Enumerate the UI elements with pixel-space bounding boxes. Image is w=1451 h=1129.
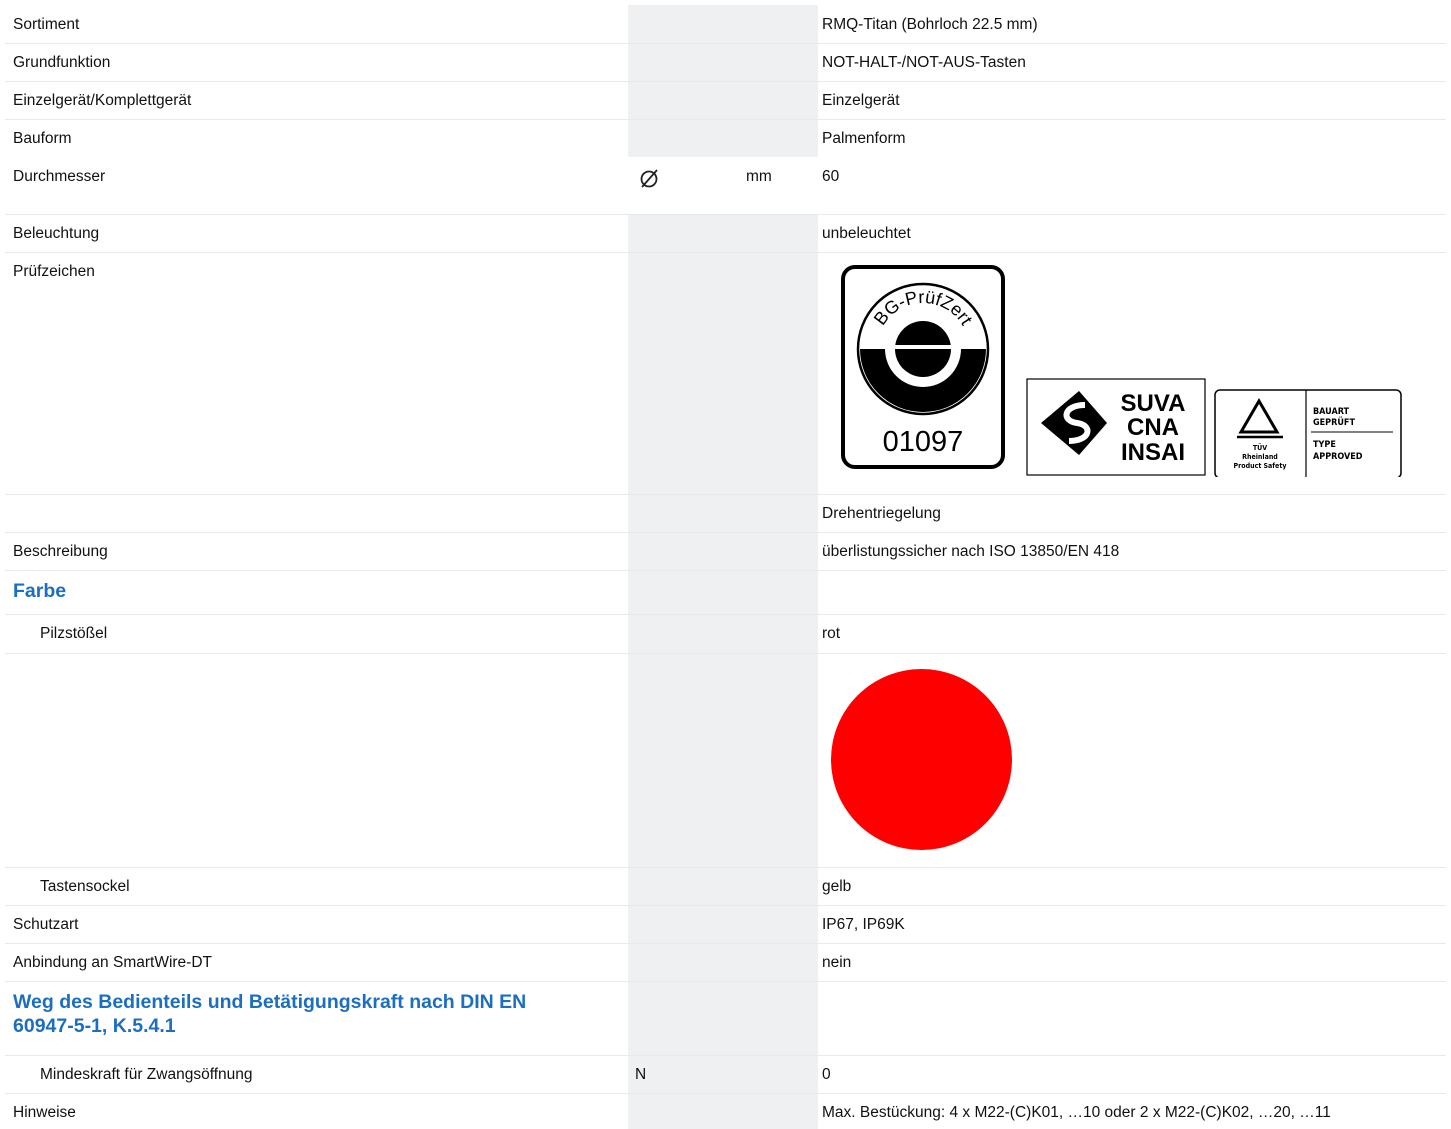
spec-label: Grundfunktion bbox=[13, 54, 111, 71]
suva-line-2: CNA bbox=[1127, 414, 1179, 441]
product-spec-sheet: Sortiment RMQ-Titan (Bohrloch 22.5 mm) G… bbox=[0, 0, 1451, 1129]
spec-label: Mindeskraft für Zwangsöffnung bbox=[40, 1066, 253, 1083]
tuv-right-1: BAUART bbox=[1313, 407, 1350, 417]
spec-label: Durchmesser bbox=[13, 168, 106, 185]
certification-marks: BG-PrüfZert 01097 SUVA CNA INSAI TÜV Rhe… bbox=[841, 265, 1402, 477]
spec-label: Bauform bbox=[13, 130, 72, 147]
spec-unit: N bbox=[635, 1066, 647, 1083]
section-weg-betaetigungskraft: Weg des Bedienteils und Betätigungskraft… bbox=[5, 981, 1446, 1056]
spec-value: NOT-HALT-/NOT-AUS-Tasten bbox=[822, 54, 1026, 71]
spec-label: Sortiment bbox=[13, 16, 80, 33]
spec-label: Tastensockel bbox=[40, 878, 130, 895]
spec-value: RMQ-Titan (Bohrloch 22.5 mm) bbox=[822, 16, 1038, 33]
spec-label: Einzelgerät/Komplettgerät bbox=[13, 92, 192, 109]
spec-unit: mm bbox=[746, 168, 772, 185]
spec-label: Schutzart bbox=[13, 916, 79, 933]
bg-pruefzert-logo: BG-PrüfZert 01097 bbox=[841, 265, 1005, 469]
spec-row-pruefzeichen: Prüfzeichen BG-PrüfZert 01097 SUVA CNA I… bbox=[5, 252, 1446, 495]
spec-row-tastensockel: Tastensockel gelb bbox=[5, 867, 1446, 906]
spec-label: Prüfzeichen bbox=[13, 263, 95, 280]
spec-value: gelb bbox=[822, 878, 852, 895]
spec-value: IP67, IP69K bbox=[822, 916, 905, 933]
tuv-brand-1: TÜV bbox=[1253, 443, 1267, 452]
color-swatch-red bbox=[831, 669, 1012, 850]
spec-row-pilzstoessel: Pilzstößel rot bbox=[5, 614, 1446, 654]
spec-value: Palmenform bbox=[822, 130, 906, 147]
tuv-brand-3: Product Safety bbox=[1234, 462, 1287, 470]
section-heading: Farbe bbox=[13, 580, 67, 602]
spec-row-hinweise: Hinweise Max. Bestückung: 4 x M22-(C)K01… bbox=[5, 1093, 1446, 1129]
spec-value: Drehentriegelung bbox=[822, 505, 941, 522]
spec-row-beschreibung: Beschreibung überlistungssicher nach ISO… bbox=[5, 532, 1446, 571]
spec-value: überlistungssicher nach ISO 13850/EN 418 bbox=[822, 543, 1120, 560]
tuv-right-2: GEPRÜFT bbox=[1313, 417, 1355, 428]
spec-value: 60 bbox=[822, 168, 840, 185]
suva-line-3: INSAI bbox=[1121, 439, 1185, 466]
spec-label: Beschreibung bbox=[13, 543, 108, 560]
suva-logo: SUVA CNA INSAI bbox=[1026, 378, 1206, 476]
spec-value: rot bbox=[822, 625, 841, 642]
section-heading: Weg des Bedienteils und Betätigungskraft… bbox=[13, 991, 527, 1037]
spec-row-smartwire: Anbindung an SmartWire-DT nein bbox=[5, 943, 1446, 982]
spec-row-color-swatch bbox=[5, 653, 1446, 868]
spec-label: Hinweise bbox=[13, 1104, 76, 1121]
bg-number: 01097 bbox=[883, 426, 964, 458]
spec-value: 0 bbox=[822, 1066, 831, 1083]
tuv-right-4: APPROVED bbox=[1313, 452, 1363, 462]
spec-row-entriegelung: Drehentriegelung bbox=[5, 494, 1446, 533]
tuv-right-3: TYPE bbox=[1313, 440, 1336, 450]
section-farbe: Farbe bbox=[5, 570, 1446, 615]
spec-row-durchmesser: Durchmesser mm 60 bbox=[5, 157, 1446, 215]
spec-row-schutzart: Schutzart IP67, IP69K bbox=[5, 905, 1446, 944]
spec-value: Einzelgerät bbox=[822, 92, 900, 109]
spec-value: unbeleuchtet bbox=[822, 225, 911, 242]
diameter-icon bbox=[640, 169, 658, 188]
tuv-brand-2: Rheinland bbox=[1242, 453, 1278, 461]
spec-value: nein bbox=[822, 954, 852, 971]
spec-row-einzelgeraet: Einzelgerät/Komplettgerät Einzelgerät bbox=[5, 81, 1446, 120]
spec-row-sortiment: Sortiment RMQ-Titan (Bohrloch 22.5 mm) bbox=[5, 5, 1446, 44]
spec-label: Pilzstößel bbox=[40, 625, 108, 642]
spec-label: Anbindung an SmartWire-DT bbox=[13, 954, 212, 971]
spec-row-beleuchtung: Beleuchtung unbeleuchtet bbox=[5, 214, 1446, 253]
spec-row-mindeskraft: Mindeskraft für Zwangsöffnung N 0 bbox=[5, 1055, 1446, 1094]
spec-label: Beleuchtung bbox=[13, 225, 100, 242]
spec-row-grundfunktion: Grundfunktion NOT-HALT-/NOT-AUS-Tasten bbox=[5, 43, 1446, 82]
tuv-logo: TÜV Rheinland Product Safety BAUART GEPR… bbox=[1214, 389, 1402, 477]
spec-row-bauform: Bauform Palmenform bbox=[5, 119, 1446, 158]
suva-line-1: SUVA bbox=[1121, 390, 1186, 417]
spec-value: Max. Bestückung: 4 x M22-(C)K01, …10 ode… bbox=[822, 1104, 1331, 1121]
